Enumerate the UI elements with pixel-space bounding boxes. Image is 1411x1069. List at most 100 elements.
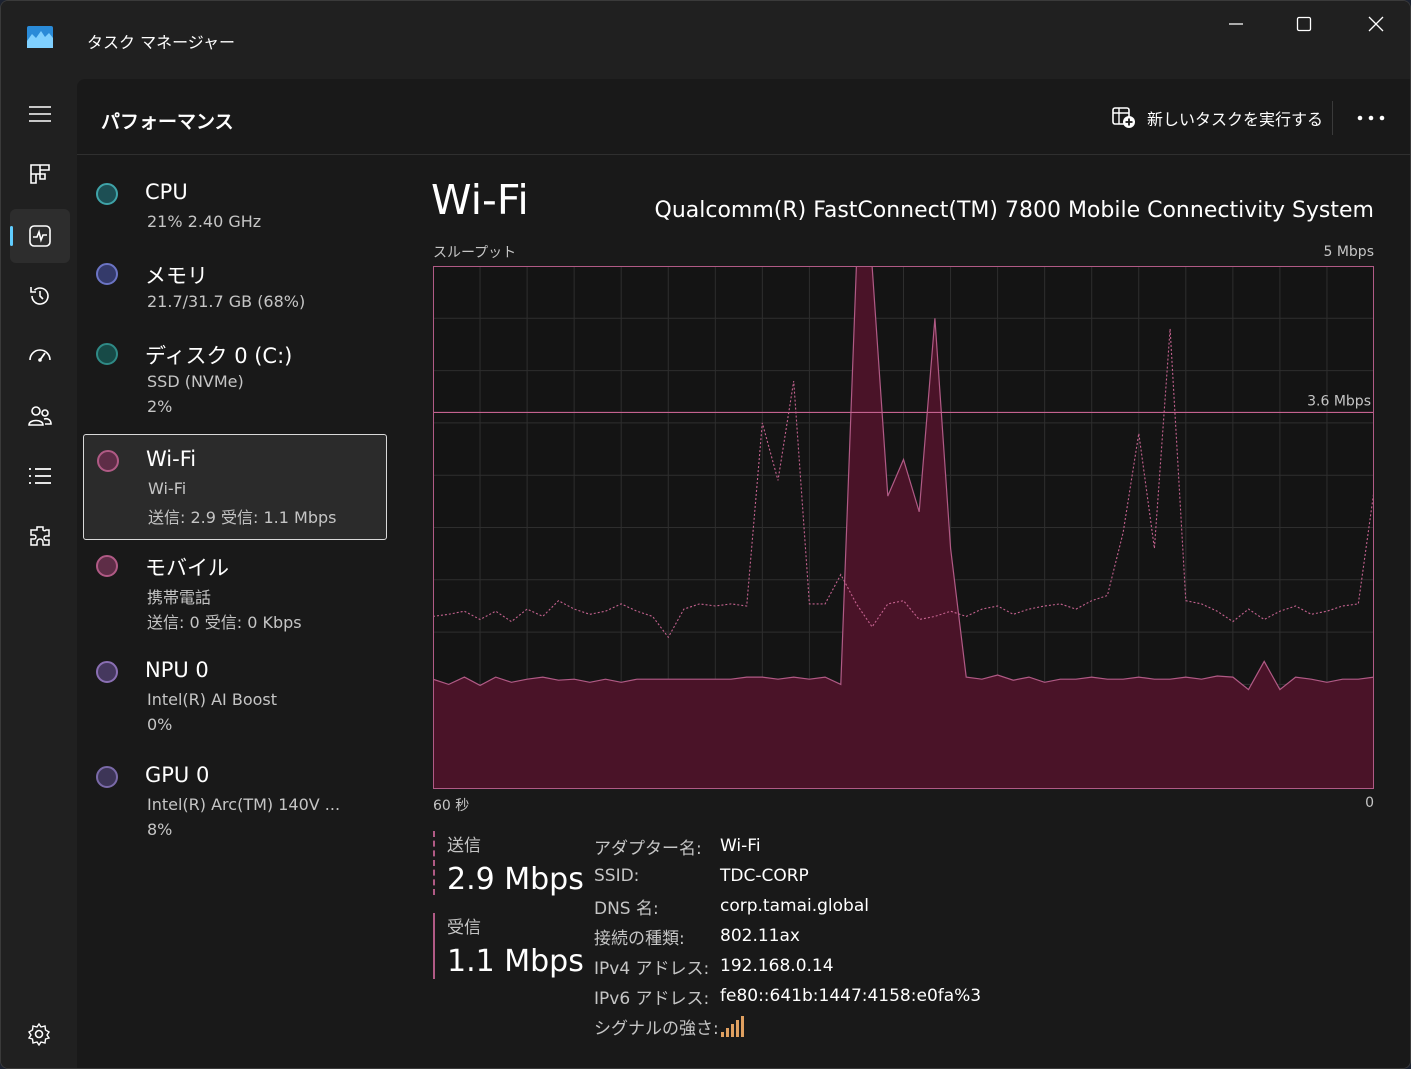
resource-detail: 21.7/31.7 GB (68%) — [147, 292, 306, 311]
close-icon — [1368, 16, 1384, 32]
detail-value: corp.tamai.global — [720, 896, 869, 916]
adapter-details: アダプター名: Wi-Fi SSID: TDC-CORP DNS 名: corp.ta… — [594, 831, 981, 1041]
detail-value: TDC-CORP — [720, 866, 809, 886]
settings-icon — [27, 1022, 51, 1046]
detail-label: シグナルの強さ: — [594, 1018, 719, 1039]
users-icon — [28, 406, 52, 426]
mobile-graph-icon — [96, 555, 118, 577]
minimize-icon — [1229, 23, 1243, 25]
detail-label: SSID: — [594, 866, 640, 886]
resource-name: GPU 0 — [145, 763, 210, 787]
resource-detail: SSD (NVMe) — [147, 372, 244, 391]
minimize-button[interactable] — [1201, 1, 1271, 47]
page-header: パフォーマンス 新しいタスクを実行する — [77, 79, 1410, 155]
recv-stat: 受信 1.1 Mbps — [433, 913, 584, 979]
nav-processes[interactable] — [10, 147, 70, 201]
close-button[interactable] — [1341, 1, 1410, 47]
detail-label: 接続の種類: — [594, 928, 685, 949]
run-task-icon — [1112, 107, 1135, 128]
nav-startup-apps[interactable] — [10, 329, 70, 383]
resource-disk-0[interactable]: ディスク 0 (C:) SSD (NVMe) 2% — [83, 316, 387, 422]
resource-usage: 送信: 2.9 受信: 1.1 Mbps — [148, 508, 337, 527]
startup-apps-icon — [29, 349, 51, 362]
resource-detail: 21% 2.40 GHz — [147, 212, 262, 231]
task-manager-app-icon — [27, 26, 53, 48]
chart-x-right-label: 0 — [1365, 795, 1374, 811]
hamburger-menu-icon — [29, 106, 51, 122]
page-title: パフォーマンス — [101, 111, 234, 133]
detail-row: 接続の種類: 802.11ax — [594, 921, 981, 951]
resource-wifi[interactable]: Wi-Fi Wi-Fi 送信: 2.9 受信: 1.1 Mbps — [83, 434, 387, 540]
nav-performance[interactable] — [10, 209, 70, 263]
resource-detail: Wi-Fi — [148, 479, 187, 498]
detail-row: シグナルの強さ: — [594, 1011, 981, 1041]
resource-name: メモリ — [145, 264, 208, 288]
details-icon — [29, 468, 51, 484]
window-title: タスク マネージャー — [87, 33, 235, 52]
performance-icon — [29, 225, 51, 247]
adapter-title: Wi-Fi — [431, 176, 529, 224]
npu-graph-icon — [96, 661, 118, 683]
wifi-graph-icon — [97, 450, 119, 472]
content-area: パフォーマンス 新しいタスクを実行する CPU 21% 2.40 GHz メモリ… — [77, 79, 1410, 1068]
throughput-chart: 3.6 Mbps — [433, 266, 1374, 789]
detail-row: IPv6 アドレス: fe80::641b:1447:4158:e0fa%3 — [594, 981, 981, 1011]
chart-title: スループット — [433, 245, 517, 261]
resource-usage: 2% — [147, 397, 173, 416]
nav-services[interactable] — [10, 509, 70, 563]
resource-name: Wi-Fi — [146, 447, 197, 471]
detail-row: DNS 名: corp.tamai.global — [594, 891, 981, 921]
processes-icon — [30, 164, 50, 184]
disk-graph-icon — [96, 343, 118, 365]
resource-gpu-0[interactable]: GPU 0 Intel(R) Arc(TM) 140V ... 8% — [83, 739, 387, 845]
navigation-rail — [1, 79, 77, 1068]
nav-details[interactable] — [10, 449, 70, 503]
resource-list: CPU 21% 2.40 GHz メモリ 21.7/31.7 GB (68%) … — [77, 156, 392, 1068]
resource-usage: 0% — [147, 715, 173, 734]
resource-detail: 携帯電話 — [147, 588, 212, 607]
nav-menu-toggle[interactable] — [10, 87, 70, 141]
detail-value: 802.11ax — [720, 926, 800, 946]
app-history-icon — [30, 287, 49, 305]
reference-line-label: 3.6 Mbps — [1307, 393, 1371, 409]
send-value: 2.9 Mbps — [447, 862, 584, 897]
maximize-icon — [1296, 16, 1312, 32]
task-manager-window: タスク マネージャー パフォーマンス 新しいタスクを実行する CPU 21% 2… — [0, 0, 1411, 1069]
resource-npu-0[interactable]: NPU 0 Intel(R) AI Boost 0% — [83, 634, 387, 740]
nav-app-history[interactable] — [10, 269, 70, 323]
resource-detail: Intel(R) Arc(TM) 140V ... — [147, 795, 341, 814]
resource-name: CPU — [145, 180, 188, 204]
resource-name: NPU 0 — [145, 658, 209, 682]
resource-detail: Intel(R) AI Boost — [147, 690, 278, 709]
performance-detail: Wi-Fi Qualcomm(R) FastConnect(TM) 7800 M… — [392, 156, 1410, 1068]
more-options-button[interactable] — [1351, 103, 1391, 133]
resource-name: ディスク 0 (C:) — [145, 344, 293, 368]
nav-users[interactable] — [10, 389, 70, 443]
detail-row: アダプター名: Wi-Fi — [594, 831, 981, 861]
send-label: 送信 — [447, 836, 481, 856]
detail-label: DNS 名: — [594, 898, 659, 919]
nav-settings[interactable] — [21, 1016, 57, 1052]
detail-label: アダプター名: — [594, 838, 702, 859]
resource-mobile[interactable]: モバイル 携帯電話 送信: 0 受信: 0 Kbps — [83, 528, 387, 634]
more-icon — [1357, 115, 1385, 121]
detail-row: SSID: TDC-CORP — [594, 861, 981, 891]
recv-value: 1.1 Mbps — [447, 944, 584, 979]
gpu-graph-icon — [96, 766, 118, 788]
detail-label: IPv6 アドレス: — [594, 988, 710, 1009]
nav-active-indicator — [10, 226, 13, 246]
detail-value: fe80::641b:1447:4158:e0fa%3 — [720, 986, 982, 1006]
resource-usage: 8% — [147, 820, 173, 839]
services-icon — [30, 526, 50, 546]
run-task-label: 新しいタスクを実行する — [1147, 110, 1324, 129]
cpu-graph-icon — [96, 183, 118, 205]
detail-row: IPv4 アドレス: 192.168.0.14 — [594, 951, 981, 981]
resource-name: モバイル — [145, 556, 229, 580]
run-new-task-button[interactable]: 新しいタスクを実行する — [1111, 105, 1323, 131]
chart-ymax-label: 5 Mbps — [1323, 244, 1374, 260]
detail-label: IPv4 アドレス: — [594, 958, 710, 979]
resource-usage: 送信: 0 受信: 0 Kbps — [147, 613, 302, 632]
title-bar[interactable]: タスク マネージャー — [1, 1, 1410, 79]
header-separator — [1332, 101, 1333, 135]
maximize-button[interactable] — [1269, 1, 1339, 47]
